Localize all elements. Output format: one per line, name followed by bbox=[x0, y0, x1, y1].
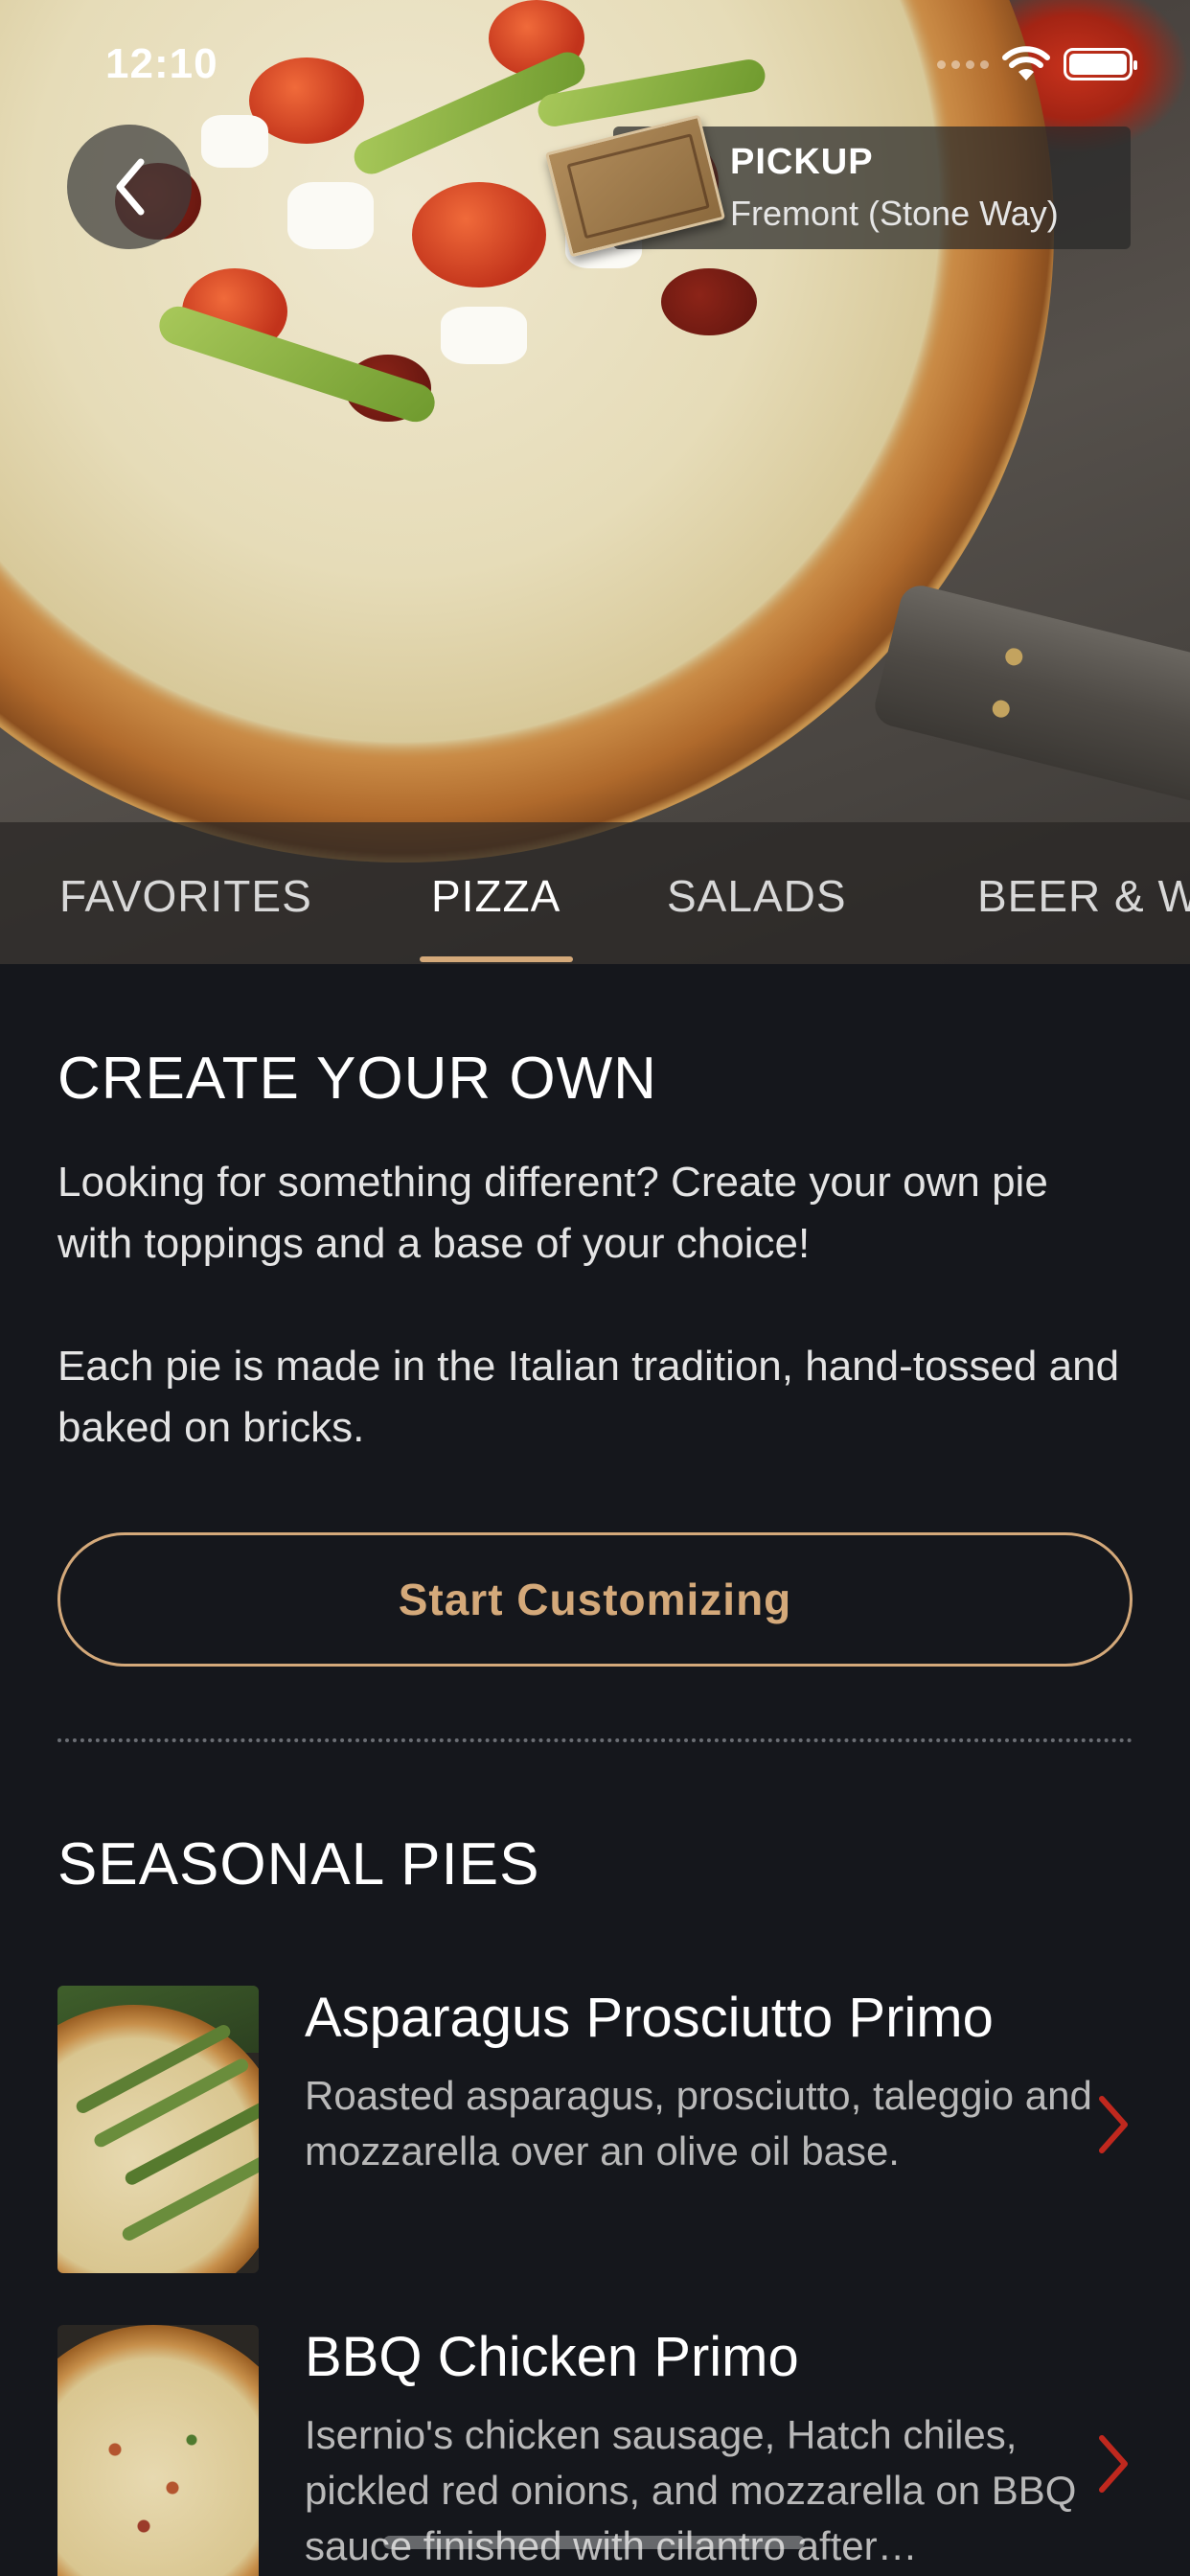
start-customizing-button[interactable]: Start Customizing bbox=[57, 1532, 1133, 1667]
category-tabs: FAVORITES PIZZA SALADS BEER & W bbox=[0, 822, 1190, 964]
menu-item-description: Roasted asparagus, prosciutto, taleggio … bbox=[305, 2073, 1092, 2174]
tab-beer-wine[interactable]: BEER & W bbox=[977, 870, 1190, 922]
menu-content: CREATE YOUR OWN Looking for something di… bbox=[0, 964, 1190, 2576]
tab-pizza[interactable]: PIZZA bbox=[431, 870, 561, 922]
seasonal-pies-title: SEASONAL PIES bbox=[57, 1831, 540, 1898]
status-icons bbox=[937, 46, 1137, 82]
tab-salads[interactable]: SALADS bbox=[667, 870, 847, 922]
pickup-location-selector[interactable]: PICKUP Fremont (Stone Way) bbox=[544, 114, 1131, 258]
tab-favorites[interactable]: FAVORITES bbox=[59, 870, 312, 922]
pizza-peel bbox=[870, 581, 1190, 828]
section-divider bbox=[57, 1738, 1133, 1742]
home-indicator[interactable] bbox=[383, 2536, 805, 2549]
signal-icon bbox=[937, 59, 989, 69]
create-your-own-title: CREATE YOUR OWN bbox=[57, 1046, 657, 1112]
create-your-own-tradition: Each pie is made in the Italian traditio… bbox=[57, 1343, 1120, 1451]
chevron-right-icon bbox=[1099, 2435, 1128, 2493]
menu-item[interactable]: Asparagus Prosciutto Primo Roasted aspar… bbox=[57, 1986, 1133, 2273]
menu-item-image bbox=[57, 1986, 259, 2273]
status-time: 12:10 bbox=[105, 40, 218, 87]
back-button[interactable] bbox=[67, 125, 192, 249]
pickup-location: Fremont (Stone Way) bbox=[730, 194, 1059, 233]
hero-image: 12:10 PICKUP Fremont (Stone Way) FAVORIT… bbox=[0, 0, 1190, 964]
create-your-own-description: Looking for something different? Create … bbox=[57, 1159, 1048, 1267]
wifi-icon bbox=[1002, 46, 1050, 80]
pickup-label: PICKUP bbox=[730, 142, 874, 182]
menu-item-name: Asparagus Prosciutto Primo bbox=[305, 1987, 994, 2049]
battery-icon bbox=[1064, 48, 1137, 80]
chevron-left-icon bbox=[116, 158, 145, 216]
menu-item-name: BBQ Chicken Primo bbox=[305, 2326, 799, 2388]
menu-item-image bbox=[57, 2325, 259, 2576]
active-tab-indicator bbox=[420, 956, 573, 962]
chevron-right-icon bbox=[1099, 2096, 1128, 2153]
